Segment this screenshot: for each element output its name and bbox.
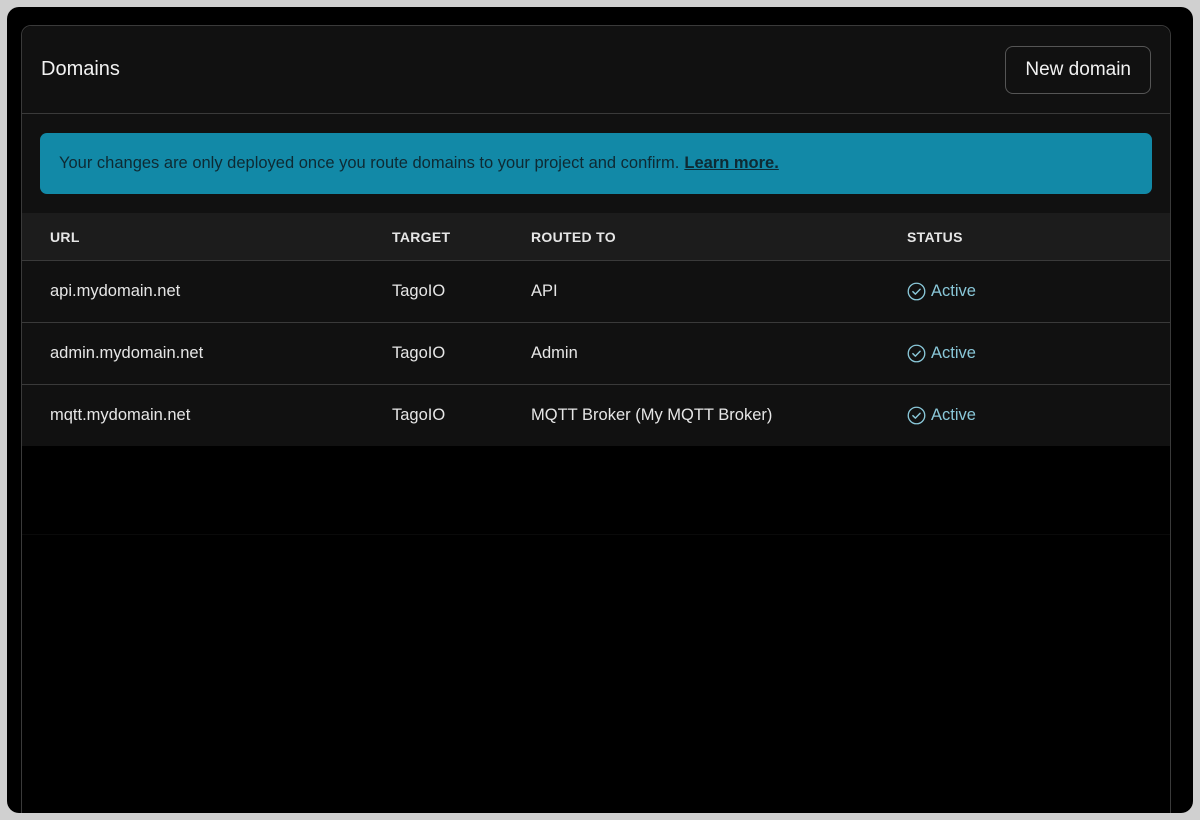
domains-panel: Domains New domain Your changes are only… xyxy=(21,25,1171,813)
cell-routed-to: API xyxy=(531,282,558,300)
divider xyxy=(22,534,1170,535)
cell-routed-to: MQTT Broker (My MQTT Broker) xyxy=(531,406,773,424)
cell-target: TagoIO xyxy=(392,406,446,424)
status-badge: Active xyxy=(907,344,1170,363)
check-circle-icon xyxy=(907,406,926,425)
status-label: Active xyxy=(931,282,976,300)
column-header-target[interactable]: TARGET xyxy=(392,229,531,245)
column-header-status[interactable]: STATUS xyxy=(907,229,1170,245)
table-header: URL TARGET ROUTED TO STATUS xyxy=(22,213,1170,261)
panel-header: Domains New domain xyxy=(22,26,1170,114)
cell-target: TagoIO xyxy=(392,344,446,362)
cell-target: TagoIO xyxy=(392,282,446,300)
banner-text: Your changes are only deployed once you … xyxy=(59,154,680,172)
check-circle-icon xyxy=(907,282,926,301)
new-domain-button[interactable]: New domain xyxy=(1005,45,1151,94)
info-banner: Your changes are only deployed once you … xyxy=(40,133,1152,194)
status-label: Active xyxy=(931,406,976,424)
cell-url: api.mydomain.net xyxy=(50,282,181,300)
banner-container: Your changes are only deployed once you … xyxy=(22,114,1170,213)
status-badge: Active xyxy=(907,406,1170,425)
empty-area xyxy=(22,454,1170,813)
status-badge: Active xyxy=(907,282,1170,301)
cell-url: admin.mydomain.net xyxy=(50,344,204,362)
table-row[interactable]: api.mydomain.net TagoIO API Active xyxy=(22,261,1170,323)
learn-more-link[interactable]: Learn more. xyxy=(684,154,778,173)
app-window: Domains New domain Your changes are only… xyxy=(7,7,1193,813)
table-row[interactable]: admin.mydomain.net TagoIO Admin Active xyxy=(22,323,1170,385)
status-label: Active xyxy=(931,344,976,362)
column-header-url[interactable]: URL xyxy=(22,229,392,245)
domains-table: URL TARGET ROUTED TO STATUS api.mydomain… xyxy=(22,213,1170,446)
check-circle-icon xyxy=(907,344,926,363)
cell-url: mqtt.mydomain.net xyxy=(50,406,191,424)
page-title: Domains xyxy=(41,58,120,80)
cell-routed-to: Admin xyxy=(531,344,578,362)
column-header-routed-to[interactable]: ROUTED TO xyxy=(531,229,907,245)
table-row[interactable]: mqtt.mydomain.net TagoIO MQTT Broker (My… xyxy=(22,385,1170,446)
